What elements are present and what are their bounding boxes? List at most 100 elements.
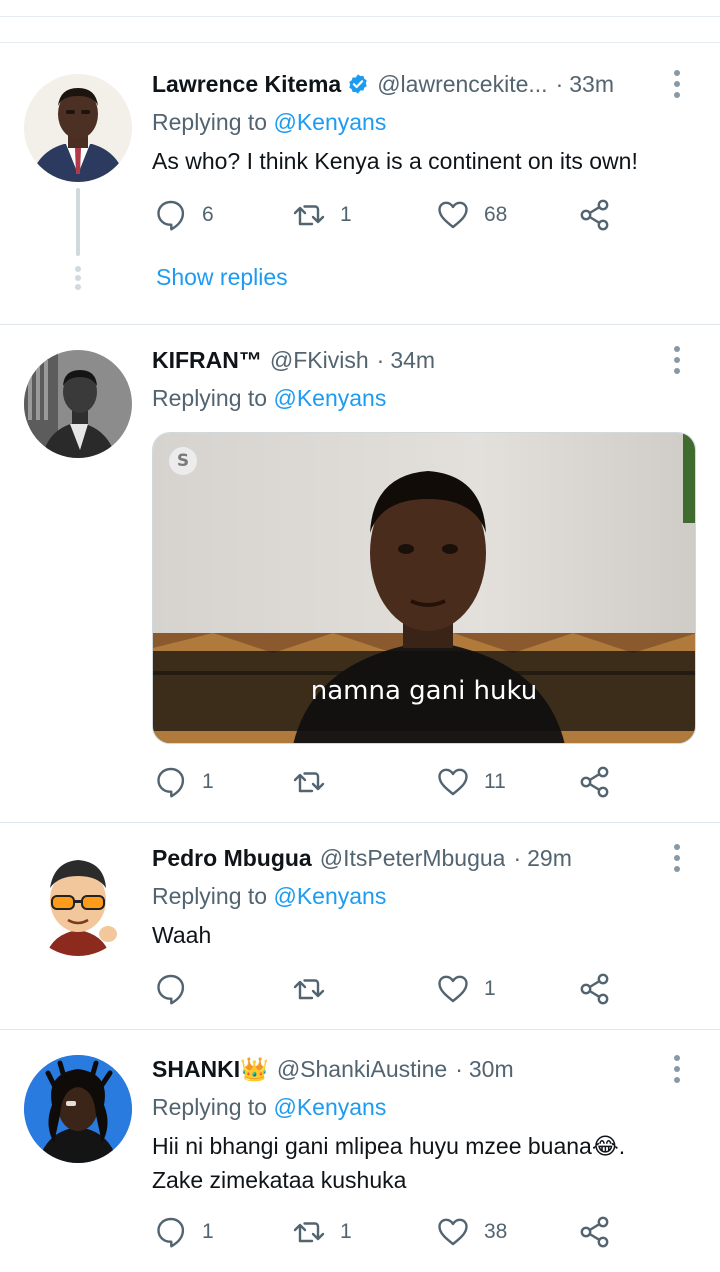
tweet-divider	[0, 1029, 720, 1030]
like-button[interactable]: 68	[436, 195, 507, 235]
retweet-button[interactable]	[292, 969, 340, 1009]
retweet-count: 1	[340, 1220, 352, 1243]
timestamp[interactable]: 33m	[569, 71, 614, 98]
reply-icon	[157, 1217, 185, 1248]
skype-logo-icon: S	[169, 447, 197, 475]
share-button[interactable]	[578, 1212, 612, 1252]
replying-to: Replying to @Kenyans	[152, 106, 696, 138]
avatar-photo-dreadlocks	[24, 1055, 132, 1163]
like-button[interactable]: 1	[436, 969, 496, 1009]
display-name[interactable]: Lawrence Kitema	[152, 71, 341, 98]
reply-button[interactable]	[154, 969, 202, 1009]
separator-dot: ·	[376, 346, 385, 373]
share-icon	[580, 199, 609, 231]
video-caption: namna gani huku	[310, 676, 538, 706]
tweet-actions: 1	[152, 969, 672, 1009]
replying-to: Replying to @Kenyans	[152, 1091, 696, 1123]
thread-line	[76, 188, 80, 256]
separator-dot: ·	[513, 844, 522, 871]
replying-to-label: Replying to	[152, 385, 274, 411]
retweet-icon	[293, 1222, 325, 1243]
replying-to-mention[interactable]: @Kenyans	[273, 109, 386, 135]
handle[interactable]: @lawrencekite...	[377, 71, 547, 98]
more-options-icon[interactable]	[672, 1055, 682, 1083]
heart-icon	[438, 201, 468, 229]
tweet-actions: 6 1 68	[152, 195, 672, 235]
separator-dot: ·	[455, 1055, 463, 1082]
timestamp[interactable]: 34m	[390, 347, 435, 374]
tweet-header: Lawrence Kitema @lawrencekite... · 33m	[152, 68, 696, 100]
separator-dot: ·	[555, 70, 564, 97]
like-count: 1	[484, 977, 496, 1000]
retweet-icon	[293, 979, 325, 1000]
handle[interactable]: @FKivish	[270, 347, 369, 374]
avatar[interactable]	[24, 1055, 132, 1163]
handle[interactable]: @ShankiAustine	[277, 1056, 447, 1083]
heart-icon	[438, 1218, 468, 1246]
timestamp[interactable]: 30m	[469, 1056, 514, 1083]
retweet-button[interactable]	[292, 762, 340, 802]
video-caption-bar: namna gani huku	[153, 651, 695, 731]
replying-to-label: Replying to	[152, 883, 274, 909]
avatar-cartoon-sunglasses	[24, 848, 132, 956]
show-replies-link[interactable]: Show replies	[156, 264, 288, 291]
retweet-icon	[293, 205, 325, 226]
heart-icon	[438, 975, 468, 1003]
share-button[interactable]	[578, 762, 612, 802]
more-options-icon[interactable]	[672, 70, 682, 98]
avatar-photo-man-in-suit	[24, 74, 132, 182]
tweet-header: SHANKI👑 @ShankiAustine · 30m	[152, 1053, 696, 1085]
display-name[interactable]: SHANKI👑	[152, 1056, 269, 1083]
avatar[interactable]	[24, 350, 132, 458]
tweet-text-line: Hii ni bhangi gani mlipea huyu mzee buan…	[152, 1133, 626, 1159]
avatar[interactable]	[24, 74, 132, 182]
share-icon	[580, 973, 609, 1005]
replying-to: Replying to @Kenyans	[152, 382, 696, 414]
like-count: 68	[484, 203, 508, 226]
share-button[interactable]	[578, 969, 612, 1009]
reply-count: 1	[202, 770, 214, 793]
retweet-icon	[293, 772, 325, 793]
retweet-count: 1	[340, 203, 352, 226]
replying-to-label: Replying to	[152, 109, 274, 135]
avatar[interactable]	[24, 848, 132, 956]
reply-icon	[157, 200, 185, 231]
timestamp[interactable]: 29m	[527, 845, 572, 872]
top-divider-2	[0, 42, 720, 43]
heart-icon	[438, 768, 468, 796]
reply-count: 1	[202, 1220, 214, 1243]
tweet-header: KIFRAN™ @FKivish · 34m	[152, 344, 696, 376]
like-button[interactable]: 38	[436, 1212, 507, 1252]
like-button[interactable]: 11	[436, 762, 506, 802]
tweet-actions: 1 1 38	[152, 1212, 672, 1252]
retweet-button[interactable]: 1	[292, 1212, 352, 1252]
like-count: 11	[484, 770, 506, 793]
tweet-media-video[interactable]: S namna gani huku	[152, 432, 696, 744]
thread-gap-dots	[74, 266, 82, 290]
avatar-photo-vintage-portrait	[24, 350, 132, 458]
tweet-divider	[0, 822, 720, 823]
reply-icon	[157, 767, 185, 798]
replying-to-mention[interactable]: @Kenyans	[273, 385, 386, 411]
reply-button[interactable]: 6	[154, 195, 214, 235]
replying-to-mention[interactable]: @Kenyans	[273, 1094, 386, 1120]
tweet-actions: 1 11	[152, 762, 672, 802]
share-button[interactable]	[578, 195, 612, 235]
more-options-icon[interactable]	[672, 844, 682, 872]
reply-button[interactable]: 1	[154, 1212, 214, 1252]
verified-badge-icon	[349, 74, 367, 94]
reply-button[interactable]: 1	[154, 762, 214, 802]
replying-to-mention[interactable]: @Kenyans	[273, 883, 386, 909]
tweet-divider	[0, 324, 720, 325]
handle[interactable]: @ItsPeterMbugua	[320, 845, 506, 872]
replying-to-label: Replying to	[152, 1094, 274, 1120]
more-options-icon[interactable]	[672, 346, 682, 374]
tweet-text: As who? I think Kenya is a continent on …	[152, 148, 638, 174]
display-name[interactable]: KIFRAN™	[152, 347, 262, 374]
reply-icon	[157, 974, 185, 1005]
share-icon	[580, 766, 609, 798]
display-name[interactable]: Pedro Mbugua	[152, 845, 312, 872]
retweet-button[interactable]: 1	[292, 195, 352, 235]
like-count: 38	[484, 1220, 508, 1243]
share-icon	[580, 1216, 609, 1248]
